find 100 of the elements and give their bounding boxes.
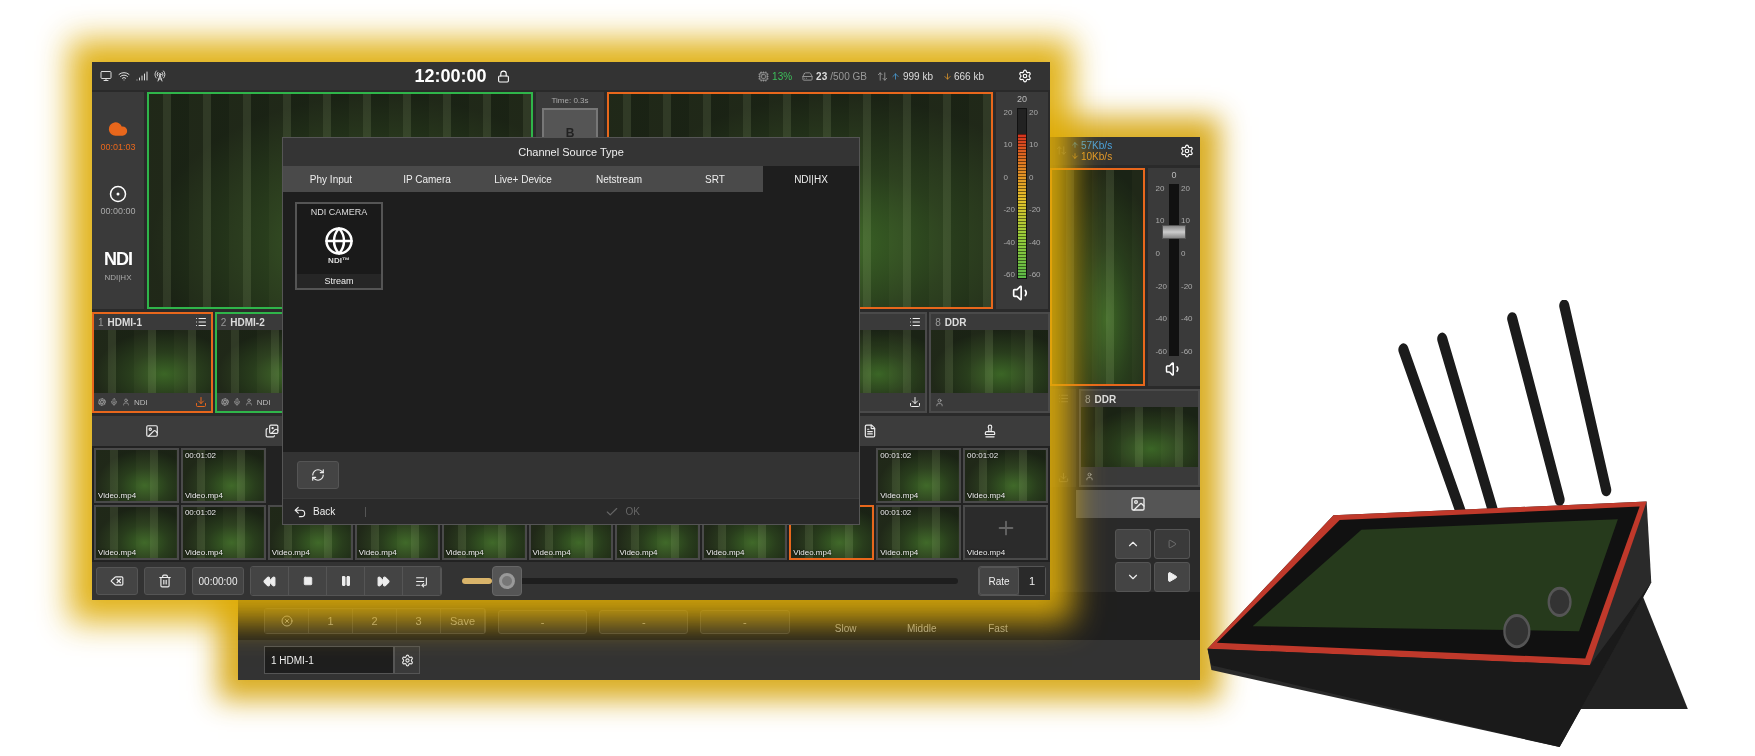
scale-label: -20 [1029, 205, 1041, 215]
clip-duration: 00:01:02 [184, 508, 218, 517]
clip-name: Video.mp4 [619, 548, 659, 557]
upload-rate: 999 kb [902, 70, 933, 82]
transfer-icon [876, 70, 888, 82]
clip-name: Video.mp4 [98, 491, 138, 500]
ndi-tag: NDI [134, 397, 148, 407]
tab[interactable]: Phy Input [283, 166, 379, 192]
slider-handle[interactable] [491, 566, 522, 596]
rate-control[interactable]: Rate 1 [978, 566, 1046, 596]
picture-button[interactable] [1076, 490, 1200, 518]
antenna-icon [154, 70, 166, 82]
stamp-icon[interactable] [983, 424, 998, 438]
stop-button[interactable] [289, 567, 327, 595]
triangle-icon [1167, 539, 1177, 549]
scale-label: 20 [1029, 108, 1039, 117]
cpu-usage: 13% [772, 70, 793, 82]
scale-label: 10 [1155, 216, 1166, 226]
settings-icon[interactable] [1018, 69, 1032, 83]
scale-label: -60 [1155, 347, 1167, 356]
playback-slider[interactable] [462, 566, 958, 596]
channel-card[interactable]: 8 DDR [1079, 389, 1200, 488]
clip-name: Video.mp4 [184, 491, 224, 500]
import-icon [909, 396, 922, 408]
clock: 12:00:00 [414, 65, 487, 87]
right-button[interactable] [1154, 562, 1190, 592]
down-arrow-icon [1071, 152, 1079, 161]
record-icon[interactable] [109, 185, 127, 203]
clip-name: Video.mp4 [706, 548, 746, 557]
add-media-slot[interactable]: Video.mp4 [963, 505, 1048, 560]
clip-name: Video.mp4 [880, 548, 920, 557]
playlist-button[interactable] [403, 567, 441, 595]
clear-button[interactable] [144, 567, 186, 595]
upload-rate: 57Kb/s [1081, 139, 1113, 151]
rate-value: 1 [1019, 567, 1045, 595]
tab[interactable]: Netstream [571, 166, 667, 192]
source-field[interactable]: 1 HDMI-1 [264, 646, 394, 674]
video-thumbnail[interactable]: 00:01:02 Video.mp4 [963, 448, 1048, 503]
logo-text: NDI™ [328, 256, 350, 265]
pause-button[interactable] [327, 567, 365, 595]
clip-name: Video.mp4 [98, 548, 138, 557]
clip-name: Video.mp4 [967, 491, 1007, 500]
scale-label: -40 [1003, 237, 1015, 247]
signal-icon [136, 70, 148, 82]
list-icon [1057, 393, 1069, 404]
time-display[interactable]: 00:00:00 [192, 567, 244, 595]
list-icon [194, 316, 207, 328]
scale-label: 20 [1155, 183, 1166, 193]
settings-button[interactable] [394, 646, 420, 674]
scale-label: 20 [1003, 108, 1014, 117]
video-thumbnail[interactable]: Video.mp4 [94, 448, 179, 503]
tab[interactable]: Live+ Device [475, 166, 571, 192]
ndi-tag: NDI [256, 397, 271, 407]
right-arrow-icon [1166, 571, 1178, 583]
clear-preset-button[interactable] [265, 609, 309, 633]
scale-label: -60 [1029, 269, 1041, 279]
video-thumbnail[interactable]: 00:01:02 Video.mp4 [180, 505, 266, 560]
record-time: 00:00:00 [100, 206, 136, 216]
person-icon [244, 398, 253, 406]
tab[interactable]: SRT [667, 166, 763, 192]
video-thumbnail[interactable]: 00:01:02 Video.mp4 [876, 448, 962, 503]
scale-label: -40 [1029, 237, 1041, 247]
fader-handle[interactable] [1162, 224, 1186, 239]
video-thumbnail[interactable]: Video.mp4 [94, 505, 179, 560]
lock-icon [496, 69, 510, 83]
channel-name: DDR [1094, 393, 1117, 405]
settings-icon[interactable] [1180, 143, 1194, 158]
tab[interactable]: IP Camera [379, 166, 475, 192]
fast-forward-icon [377, 574, 390, 588]
scale-label: 0 [1003, 172, 1009, 182]
rewind-button[interactable] [251, 567, 289, 595]
source-title: NDI CAMERA [310, 207, 368, 217]
clip-name: Video.mp4 [445, 548, 485, 557]
rewind-icon [263, 574, 276, 588]
notes-icon[interactable] [863, 424, 878, 438]
stop-icon [302, 576, 313, 586]
fast-forward-button[interactable] [365, 567, 403, 595]
video-thumbnail[interactable]: 00:01:02 Video.mp4 [876, 505, 962, 560]
rate-button[interactable]: Rate [979, 567, 1019, 595]
clip-duration: 00:01:02 [880, 451, 913, 460]
channel-card[interactable]: 8 DDR [929, 312, 1050, 413]
refresh-button[interactable] [297, 461, 339, 489]
person-icon [935, 397, 945, 407]
video-thumbnail[interactable]: 00:01:02 Video.mp4 [180, 448, 266, 503]
gallery-icon[interactable] [264, 424, 279, 438]
clip-name: Video.mp4 [880, 491, 920, 500]
back-button[interactable]: Back [293, 504, 336, 519]
list-icon [415, 574, 428, 588]
scale-label: 0 [1155, 248, 1161, 258]
image-icon[interactable] [144, 424, 159, 438]
scale-label: 0 [1029, 172, 1035, 182]
stream-time: 00:01:03 [100, 141, 136, 152]
channel-card[interactable]: 1 HDMI-1 NDI [92, 312, 213, 413]
channel-name: HDMI-1 [107, 316, 142, 328]
logo-subtitle: NDI|HX [104, 273, 132, 283]
delete-button[interactable] [96, 567, 138, 595]
download-rate: 666 kb [953, 70, 984, 82]
channel-number: 8 [935, 316, 941, 328]
source-tile[interactable]: NDI CAMERA NDI™ Stream [295, 202, 383, 290]
scale-label: 0 [1181, 248, 1187, 258]
